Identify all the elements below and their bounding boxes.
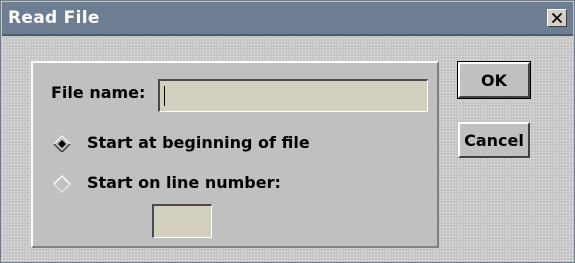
- close-icon: [551, 12, 563, 24]
- options-panel: File name: Start at beginning of file St…: [31, 61, 439, 248]
- title-bar[interactable]: Read File: [2, 2, 573, 36]
- radio-unselected-icon: [53, 175, 71, 193]
- read-file-dialog: Read File File name: Start at beginning …: [0, 0, 575, 263]
- radio-start-beginning-label: Start at beginning of file: [87, 133, 310, 152]
- radio-start-beginning[interactable]: Start at beginning of file: [53, 133, 353, 157]
- ok-button[interactable]: OK: [457, 61, 531, 99]
- window-title: Read File: [8, 8, 100, 28]
- radio-selected-icon: [53, 135, 71, 153]
- line-number-field[interactable]: [152, 204, 212, 238]
- text-caret: [164, 86, 165, 106]
- radio-start-line-number[interactable]: Start on line number:: [53, 173, 353, 197]
- cancel-button[interactable]: Cancel: [458, 122, 530, 158]
- file-name-field[interactable]: [158, 79, 428, 112]
- radio-start-line-number-label: Start on line number:: [87, 173, 281, 192]
- close-button[interactable]: [547, 9, 567, 27]
- file-name-label: File name:: [51, 83, 146, 102]
